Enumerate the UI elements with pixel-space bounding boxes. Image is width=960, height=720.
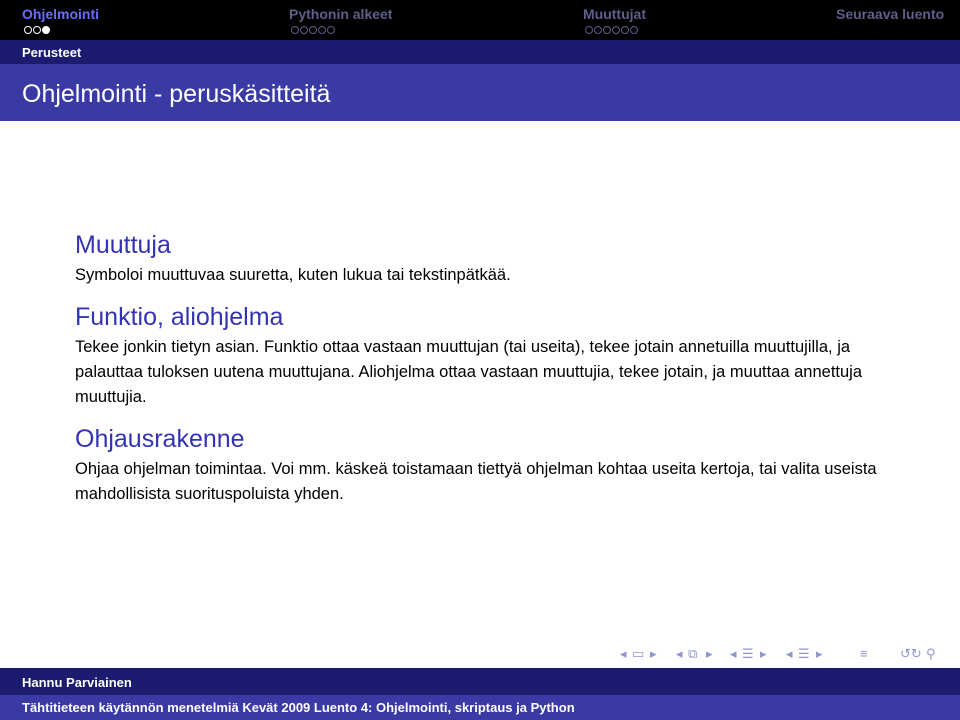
frame-dots-muuttujat <box>585 26 638 36</box>
presentation-prev-icon[interactable]: ◂ <box>786 646 793 662</box>
search-icon[interactable]: ⚲ <box>926 646 936 662</box>
frame-title: Ohjelmointi - peruskäsitteitä <box>22 80 331 108</box>
subsection-prev-icon[interactable]: ◂ <box>676 646 683 662</box>
frame-dot[interactable] <box>630 26 638 34</box>
definition-block-ohjausrakenne: Ohjausrakenne Ohjaa ohjelman toimintaa. … <box>75 424 895 507</box>
footer-title: Tähtitieteen käytännön menetelmiä Kevät … <box>22 700 575 715</box>
frame-dot[interactable] <box>33 26 41 34</box>
block-title: Funktio, aliohjelma <box>75 303 284 331</box>
frame-dot[interactable] <box>612 26 620 34</box>
slide-content: Muuttuja Symboloi muuttuvaa suuretta, ku… <box>75 230 895 521</box>
frame-next-icon[interactable]: ▸ <box>650 646 657 662</box>
current-frame-dot[interactable] <box>42 26 50 34</box>
frame-icon[interactable]: ▭ <box>632 646 644 662</box>
footer-author: Hannu Parviainen <box>22 675 132 690</box>
frame-dot[interactable] <box>24 26 32 34</box>
frame-dots-pythonin-alkeet <box>291 26 335 36</box>
block-title: Ohjausrakenne <box>75 425 245 453</box>
frame-title-bar: Ohjelmointi - peruskäsitteitä <box>0 64 960 121</box>
presentation-next-icon[interactable]: ▸ <box>816 646 823 662</box>
presentation-icon[interactable]: ☰ <box>798 646 810 662</box>
nav-section-seuraava-luento[interactable]: Seuraava luento <box>836 6 944 22</box>
nav-section-ohjelmointi[interactable]: Ohjelmointi <box>22 6 99 22</box>
section-prev-icon[interactable]: ◂ <box>730 646 737 662</box>
definition-block-funktio: Funktio, aliohjelma Tekee jonkin tietyn … <box>75 302 895 410</box>
frame-dot[interactable] <box>621 26 629 34</box>
section-icon[interactable]: ☰ <box>742 646 754 662</box>
frame-dot[interactable] <box>603 26 611 34</box>
frame-dot[interactable] <box>291 26 299 34</box>
definition-block-muuttuja: Muuttuja Symboloi muuttuvaa suuretta, ku… <box>75 230 895 288</box>
footer-author-bar: Hannu Parviainen <box>0 668 960 695</box>
subsection-icon[interactable]: ⧉ <box>688 646 697 662</box>
navigation-symbols: ◂ ▭ ▸ ◂ ⧉ ▸ ◂ ☰ ▸ ◂ ☰ ▸ ≡ ↺↻ ⚲ <box>620 646 950 664</box>
subsection-next-icon[interactable]: ▸ <box>706 646 713 662</box>
frame-dot[interactable] <box>318 26 326 34</box>
appendix-icon[interactable]: ≡ <box>860 646 868 662</box>
frame-dot[interactable] <box>585 26 593 34</box>
section-next-icon[interactable]: ▸ <box>760 646 767 662</box>
subsection-label[interactable]: Perusteet <box>22 45 81 60</box>
nav-section-pythonin-alkeet[interactable]: Pythonin alkeet <box>289 6 392 22</box>
block-text: Symboloi muuttuvaa suuretta, kuten lukua… <box>75 266 511 284</box>
frame-dot[interactable] <box>327 26 335 34</box>
frame-dot[interactable] <box>594 26 602 34</box>
frame-dot[interactable] <box>300 26 308 34</box>
frame-prev-icon[interactable]: ◂ <box>620 646 627 662</box>
footer-title-bar: Tähtitieteen käytännön menetelmiä Kevät … <box>0 695 960 720</box>
block-text: Tekee jonkin tietyn asian. Funktio ottaa… <box>75 338 863 406</box>
block-title: Muuttuja <box>75 231 171 259</box>
nav-section-muuttujat[interactable]: Muuttujat <box>583 6 646 22</box>
frame-dots-ohjelmointi <box>24 26 50 36</box>
block-text: Ohjaa ohjelman toimintaa. Voi mm. käskeä… <box>75 460 877 503</box>
frame-dot[interactable] <box>309 26 317 34</box>
subsection-bar: Perusteet <box>0 40 960 64</box>
back-forward-icon[interactable]: ↺↻ <box>900 646 922 662</box>
section-navigation-bar: Ohjelmointi Pythonin alkeet Muuttujat Se… <box>0 0 960 40</box>
